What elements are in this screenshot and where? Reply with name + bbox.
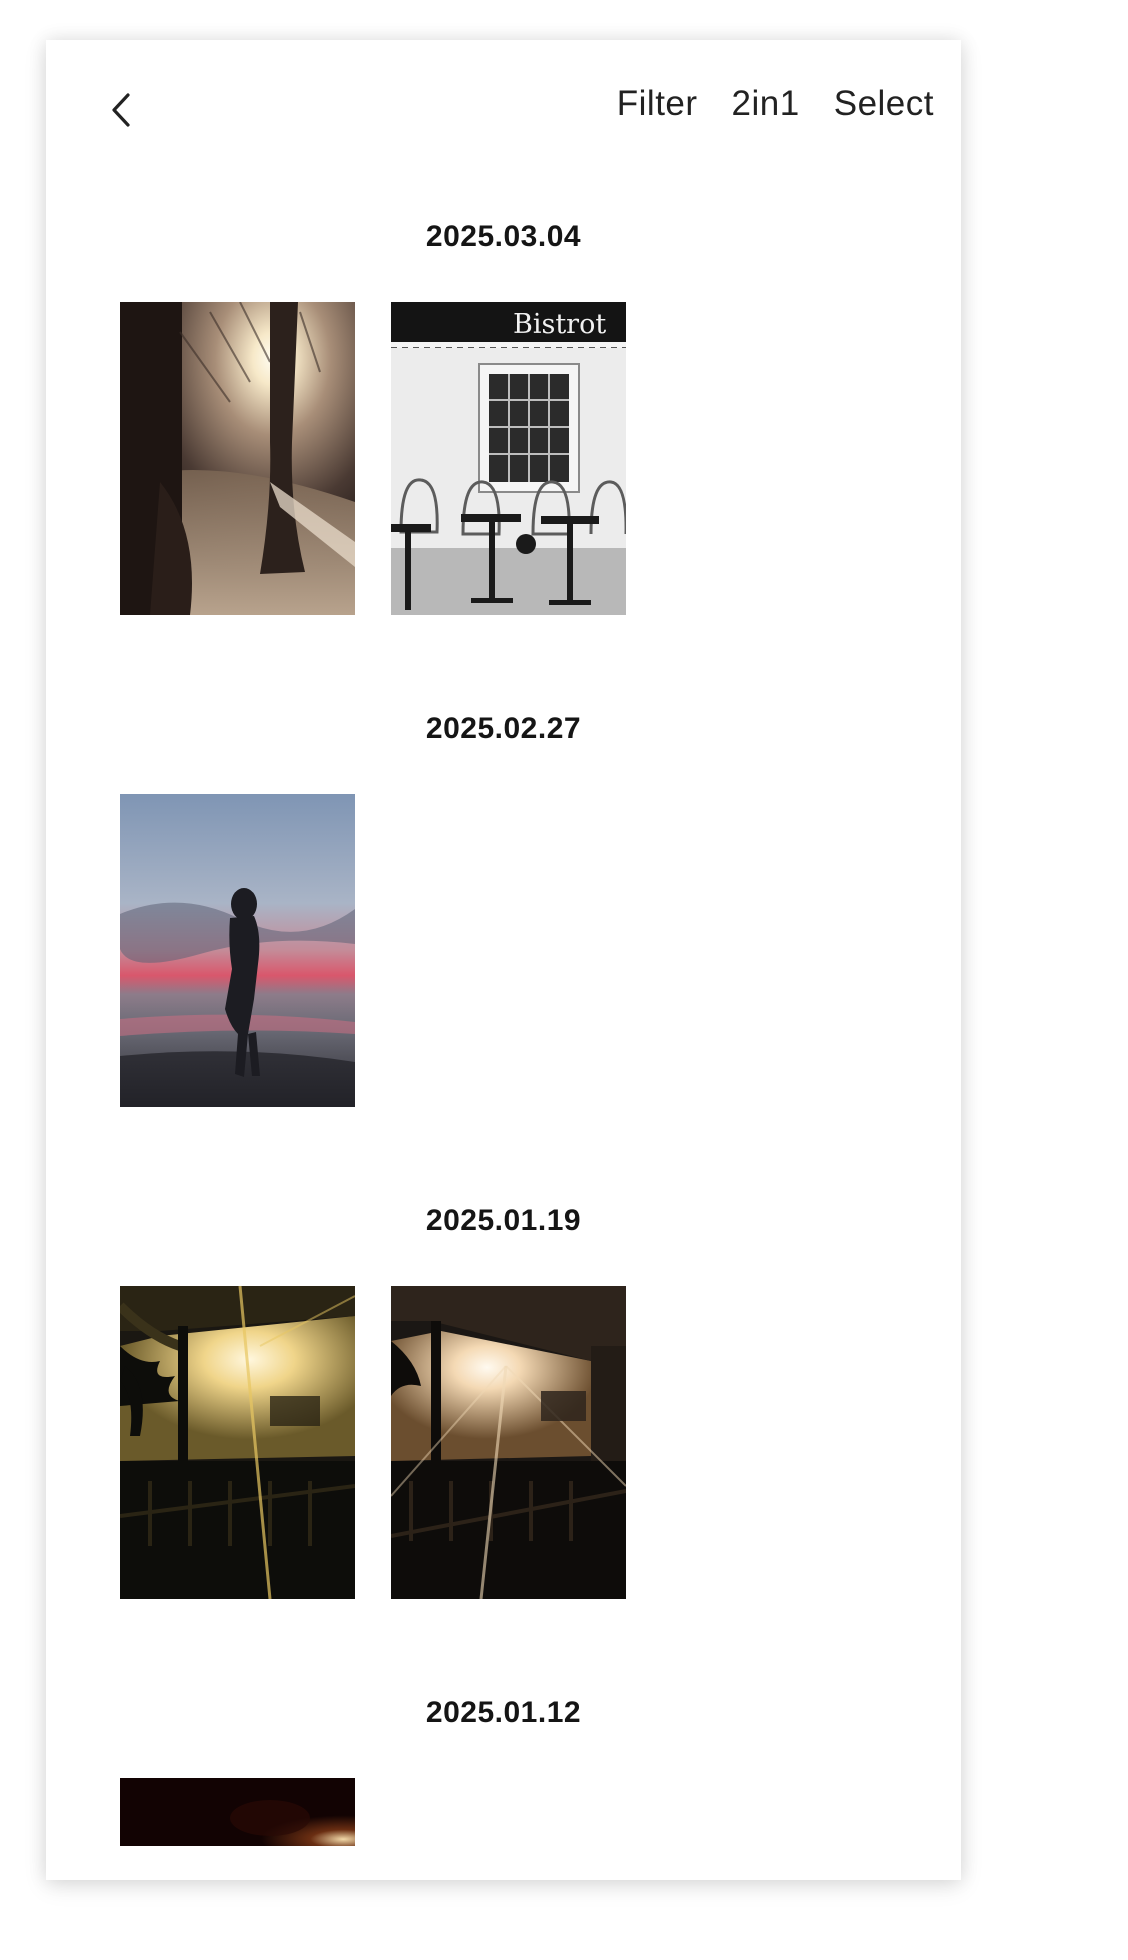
date-header: 2025.03.04 — [425, 220, 582, 253]
veranda-sunset-photo-1[interactable] — [120, 1286, 355, 1599]
bistrot-cafe-photo[interactable]: Bistrot — [391, 302, 626, 615]
dark-evening-photo[interactable] — [120, 1778, 355, 1846]
date-header: 2025.01.19 — [425, 1204, 582, 1237]
date-header: 2025.01.12 — [425, 1696, 582, 1729]
veranda-sunset-photo-2[interactable] — [391, 1286, 626, 1599]
select-button[interactable]: Select — [834, 84, 934, 124]
header-actions: Filter 2in1 Select — [617, 84, 934, 124]
top-bar: Filter 2in1 Select — [46, 40, 961, 190]
beach-silhouette-photo[interactable] — [120, 794, 355, 1107]
filter-button[interactable]: Filter — [617, 84, 698, 124]
date-header: 2025.02.27 — [425, 712, 582, 745]
back-button[interactable] — [96, 80, 146, 140]
gallery-screen: Filter 2in1 Select 2025.03.04 Bistrot 20… — [46, 40, 961, 1880]
chevron-left-icon — [112, 93, 130, 127]
two-in-one-button[interactable]: 2in1 — [732, 84, 800, 124]
bistrot-sign-text: Bistrot — [513, 309, 606, 340]
sunlit-tree-photo[interactable] — [120, 302, 355, 615]
